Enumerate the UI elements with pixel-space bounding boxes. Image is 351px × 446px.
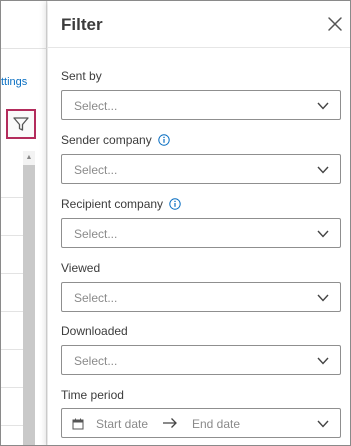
viewed-label: Viewed: [61, 261, 101, 275]
info-icon[interactable]: [158, 134, 170, 146]
scroll-up-arrow-icon[interactable]: ▲: [23, 154, 35, 161]
header-divider: [48, 47, 350, 48]
window-frame: ttings ▲ Filter Sent by Select... Sender…: [0, 0, 351, 446]
date-range-picker[interactable]: Start date End date: [61, 408, 341, 438]
funnel-icon: [13, 117, 29, 131]
table-row-divider: [1, 349, 23, 350]
table-row-divider: [1, 387, 23, 388]
filter-panel: Filter Sent by Select... Sender company …: [48, 1, 350, 445]
end-date-input[interactable]: End date: [192, 417, 240, 431]
table-row-divider: [1, 235, 23, 236]
recipient-company-select[interactable]: Select...: [61, 218, 341, 248]
settings-link[interactable]: ttings: [1, 76, 27, 88]
time-period-label: Time period: [61, 388, 124, 402]
sent-by-select[interactable]: Select...: [61, 90, 341, 120]
recipient-company-placeholder: Select...: [74, 227, 118, 241]
chevron-down-icon: [317, 102, 329, 110]
sender-company-label: Sender company: [61, 133, 170, 147]
viewed-placeholder: Select...: [74, 291, 118, 305]
chevron-down-icon: [317, 294, 329, 302]
close-button[interactable]: [326, 15, 344, 33]
sender-company-placeholder: Select...: [74, 163, 118, 177]
table-row-divider: [1, 425, 23, 426]
calendar-icon: [72, 418, 84, 430]
chevron-down-icon: [317, 357, 329, 365]
sent-by-placeholder: Select...: [74, 99, 118, 113]
chevron-down-icon: [317, 166, 329, 174]
table-row-divider: [1, 273, 23, 274]
info-icon[interactable]: [169, 198, 181, 210]
background-app: ttings ▲: [1, 1, 47, 445]
close-icon: [328, 17, 342, 31]
filter-button[interactable]: [6, 109, 36, 139]
scrollbar-thumb[interactable]: [23, 165, 35, 445]
table-row-divider: [1, 311, 23, 312]
downloaded-placeholder: Select...: [74, 354, 118, 368]
background-header: [1, 1, 47, 49]
downloaded-label: Downloaded: [61, 324, 128, 338]
sender-company-select[interactable]: Select...: [61, 154, 341, 184]
downloaded-select[interactable]: Select...: [61, 345, 341, 375]
viewed-select[interactable]: Select...: [61, 282, 341, 312]
table-row-divider: [1, 197, 23, 198]
vertical-scrollbar[interactable]: ▲: [23, 151, 35, 445]
panel-title: Filter: [61, 15, 103, 34]
chevron-down-icon: [317, 230, 329, 238]
start-date-input[interactable]: Start date: [96, 417, 148, 431]
chevron-down-icon: [317, 420, 329, 428]
arrow-right-icon: [163, 418, 177, 428]
recipient-company-label: Recipient company: [61, 197, 181, 211]
sent-by-label: Sent by: [61, 69, 102, 83]
